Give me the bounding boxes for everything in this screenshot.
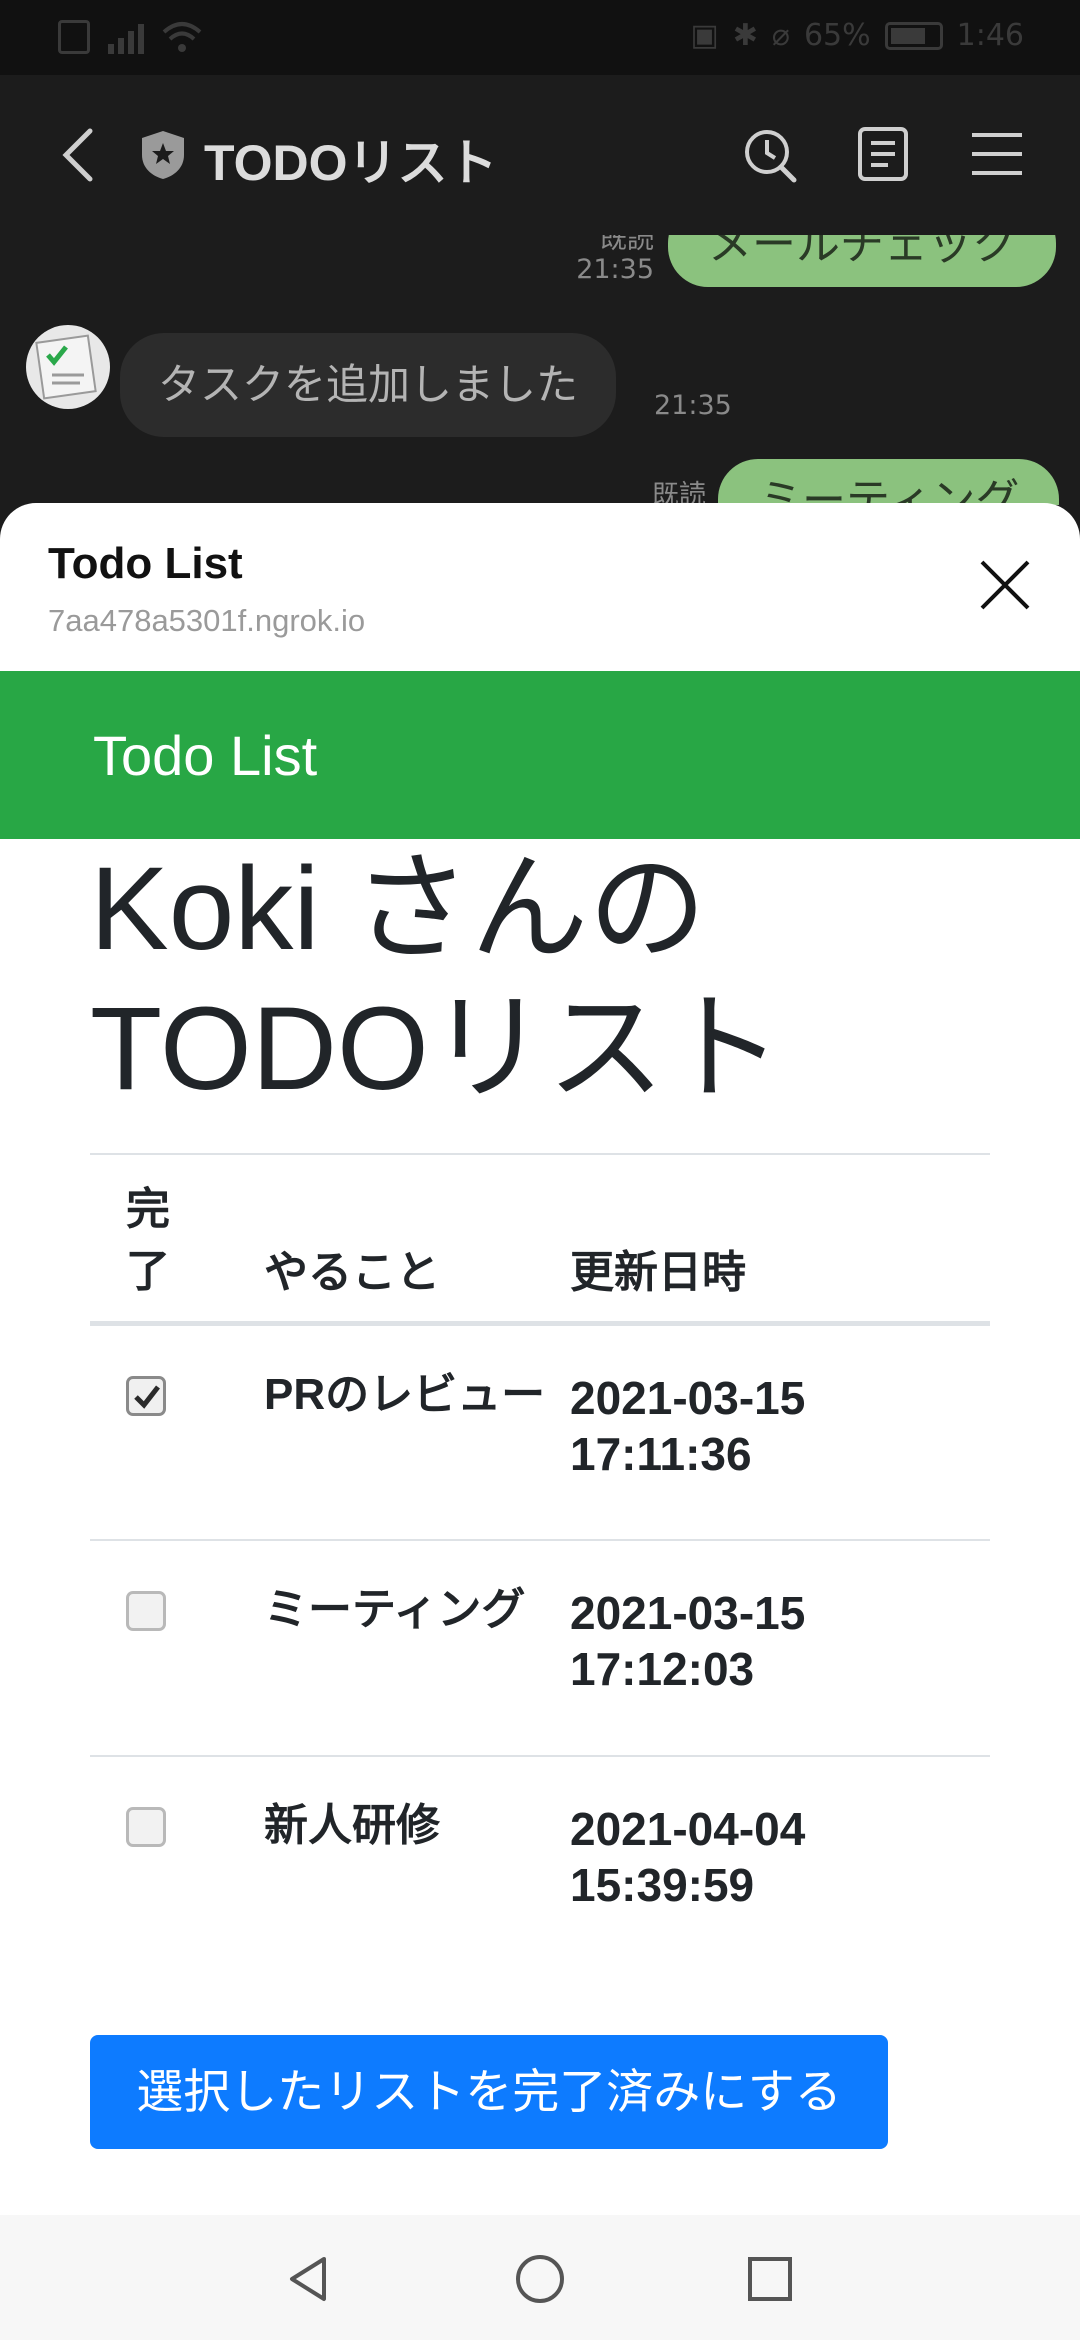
header-task: やること xyxy=(264,1153,570,1326)
table-header-row: 完了 やること 更新日時 xyxy=(90,1153,990,1326)
sim-card-icon xyxy=(58,20,90,54)
status-bar: ▣ ✱ ⌀ 65% 1:46 xyxy=(0,0,1080,75)
verified-shield-icon xyxy=(142,131,184,179)
mute-icon: ⌀ xyxy=(771,18,790,53)
chat-bubble-me[interactable]: ミーティング xyxy=(718,459,1060,505)
bot-avatar[interactable] xyxy=(26,325,110,409)
table-row: 新人研修 2021-04-04 15:39:59 xyxy=(90,1756,990,1972)
menu-icon[interactable] xyxy=(968,125,1026,183)
sheet-url: 7aa478a5301f.ngrok.io xyxy=(48,603,366,638)
signal-icon xyxy=(108,20,144,54)
chat-area: 既読 21:35 メールチェック タスクを追加しました 21:35 既読 ミーテ… xyxy=(0,235,1080,505)
chat-bubble-me[interactable]: メールチェック xyxy=(668,235,1056,287)
checkmark-icon xyxy=(134,1385,160,1409)
task-updated: 2021-03-15 17:11:36 xyxy=(570,1323,990,1541)
message-meta: 既読 xyxy=(652,480,706,506)
clock: 1:46 xyxy=(956,18,1024,53)
task-name: 新人研修 xyxy=(264,1800,440,1850)
notes-icon[interactable] xyxy=(854,125,912,183)
battery-icon xyxy=(884,21,943,50)
liff-sheet: Todo List 7aa478a5301f.ngrok.io Todo Lis… xyxy=(0,503,1080,2340)
todo-table: 完了 やること 更新日時 PRのレビュー 2021-03-15 17:11:36… xyxy=(90,1153,990,1972)
task-name: PRのレビュー xyxy=(264,1323,570,1541)
task-updated: 2021-03-15 17:12:03 xyxy=(570,1539,990,1757)
checklist-avatar-icon xyxy=(35,334,97,400)
nav-back-icon[interactable] xyxy=(280,2251,336,2307)
header-updated: 更新日時 xyxy=(570,1153,990,1326)
message-time: 21:35 xyxy=(654,390,732,421)
wifi-icon xyxy=(162,22,202,52)
table-row: ミーティング 2021-03-15 17:12:03 xyxy=(90,1539,990,1757)
page-title: Koki さんの TODOリスト xyxy=(90,843,783,1115)
task-checkbox[interactable] xyxy=(126,1806,166,1847)
chat-title: TODOリスト xyxy=(204,135,498,191)
nfc-icon: ▣ xyxy=(690,18,719,53)
task-name: ミーティング xyxy=(264,1539,570,1757)
history-icon[interactable] xyxy=(740,125,798,183)
nav-recents-icon[interactable] xyxy=(742,2251,798,2307)
message-meta: 既読 21:35 xyxy=(576,235,654,285)
battery-percent: 65% xyxy=(803,18,871,53)
task-updated: 2021-04-04 15:39:59 xyxy=(570,1802,806,1911)
chat-bubble-bot[interactable]: タスクを追加しました xyxy=(120,333,617,437)
sheet-title: Todo List xyxy=(48,539,243,588)
bluetooth-icon: ✱ xyxy=(732,18,758,53)
nav-home-icon[interactable] xyxy=(512,2251,568,2307)
table-row: PRのレビュー 2021-03-15 17:11:36 xyxy=(90,1323,990,1541)
sheet-header: Todo List 7aa478a5301f.ngrok.io xyxy=(0,503,1080,671)
task-checkbox[interactable] xyxy=(126,1376,166,1416)
navbar: Todo List xyxy=(0,671,1080,839)
chat-header: TODOリスト xyxy=(0,75,1080,235)
close-icon[interactable] xyxy=(978,558,1032,612)
navbar-brand[interactable]: Todo List xyxy=(93,723,317,788)
task-checkbox[interactable] xyxy=(126,1590,166,1631)
header-done: 完了 xyxy=(90,1153,264,1326)
mark-complete-button[interactable]: 選択したリストを完了済みにする xyxy=(90,2035,888,2149)
back-arrow-icon[interactable] xyxy=(56,127,100,183)
system-nav-bar xyxy=(0,2215,1080,2340)
